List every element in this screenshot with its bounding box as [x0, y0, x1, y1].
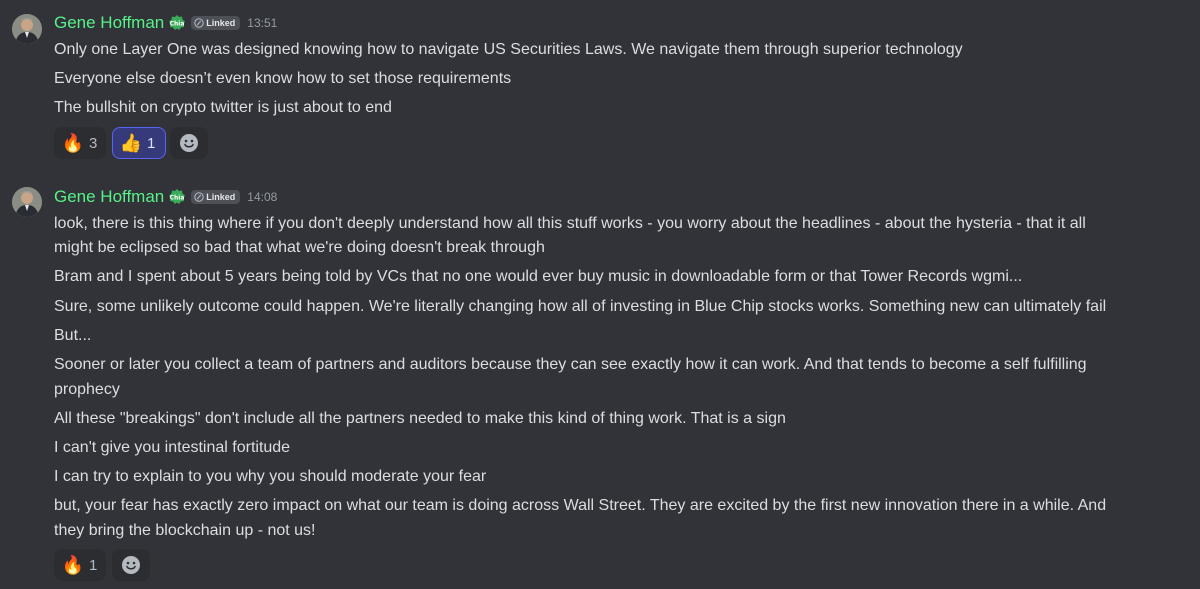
add-reaction-smiley-icon: [122, 556, 140, 574]
message-line: The bullshit on crypto twitter is just a…: [54, 99, 392, 116]
reaction-count: 1: [147, 134, 156, 152]
linked-tag[interactable]: Linked: [191, 16, 241, 30]
timestamp[interactable]: 13:51: [247, 16, 277, 30]
message-line: But...: [54, 327, 92, 344]
author-name[interactable]: Gene Hoffman: [54, 13, 164, 33]
message-line: look, there is this thing where if you d…: [54, 215, 1086, 232]
message-line: I can't give you intestinal fortitude: [54, 439, 291, 456]
reaction-count: 1: [89, 556, 98, 574]
message-line: Sooner or later you collect a team of pa…: [54, 356, 1087, 373]
add-reaction-smiley-icon: [180, 134, 198, 152]
link-icon: [194, 18, 204, 28]
thumbs-up-icon: 👍: [119, 133, 143, 153]
avatar[interactable]: [12, 14, 42, 44]
chia-badge-icon[interactable]: Chia: [168, 188, 186, 206]
message-line: Sure, some unlikely outcome could happen…: [54, 298, 1107, 315]
message-line: Bram and I spent about 5 years being tol…: [54, 268, 1023, 285]
chia-badge-icon[interactable]: Chia: [168, 14, 186, 32]
message-header: Gene Hoffman Chia Linked 13:51: [54, 12, 277, 34]
link-icon: [194, 192, 204, 202]
message-line: they bring the blockchain up - not us!: [54, 522, 316, 539]
reaction-count: 3: [89, 134, 98, 152]
linked-tag[interactable]: Linked: [191, 190, 241, 204]
fire-icon: 🔥: [61, 555, 85, 575]
reaction-fire[interactable]: 🔥 3: [54, 127, 106, 159]
message-line: Everyone else doesn’t even know how to s…: [54, 70, 512, 87]
fire-icon: 🔥: [61, 133, 85, 153]
message-line: Only one Layer One was designed knowing …: [54, 41, 963, 58]
linked-label: Linked: [206, 18, 236, 28]
add-reaction-button[interactable]: [170, 127, 208, 159]
author-name[interactable]: Gene Hoffman: [54, 187, 164, 207]
reaction-thumbs-up[interactable]: 👍 1: [112, 127, 166, 159]
message-header: Gene Hoffman Chia Linked 14:08: [54, 186, 277, 208]
message-line: but, your fear has exactly zero impact o…: [54, 497, 1107, 514]
message-line: prophecy: [54, 381, 120, 398]
reaction-fire[interactable]: 🔥 1: [54, 549, 106, 581]
timestamp[interactable]: 14:08: [247, 190, 277, 204]
message-line: I can try to explain to you why you shou…: [54, 468, 487, 485]
linked-label: Linked: [206, 192, 236, 202]
svg-text:Chia: Chia: [170, 195, 185, 202]
add-reaction-button[interactable]: [112, 549, 150, 581]
message-line: All these "breakings" don't include all …: [54, 410, 786, 427]
svg-text:Chia: Chia: [170, 21, 185, 28]
message-line: might be eclipsed so bad that what we're…: [54, 239, 545, 256]
avatar[interactable]: [12, 187, 42, 217]
